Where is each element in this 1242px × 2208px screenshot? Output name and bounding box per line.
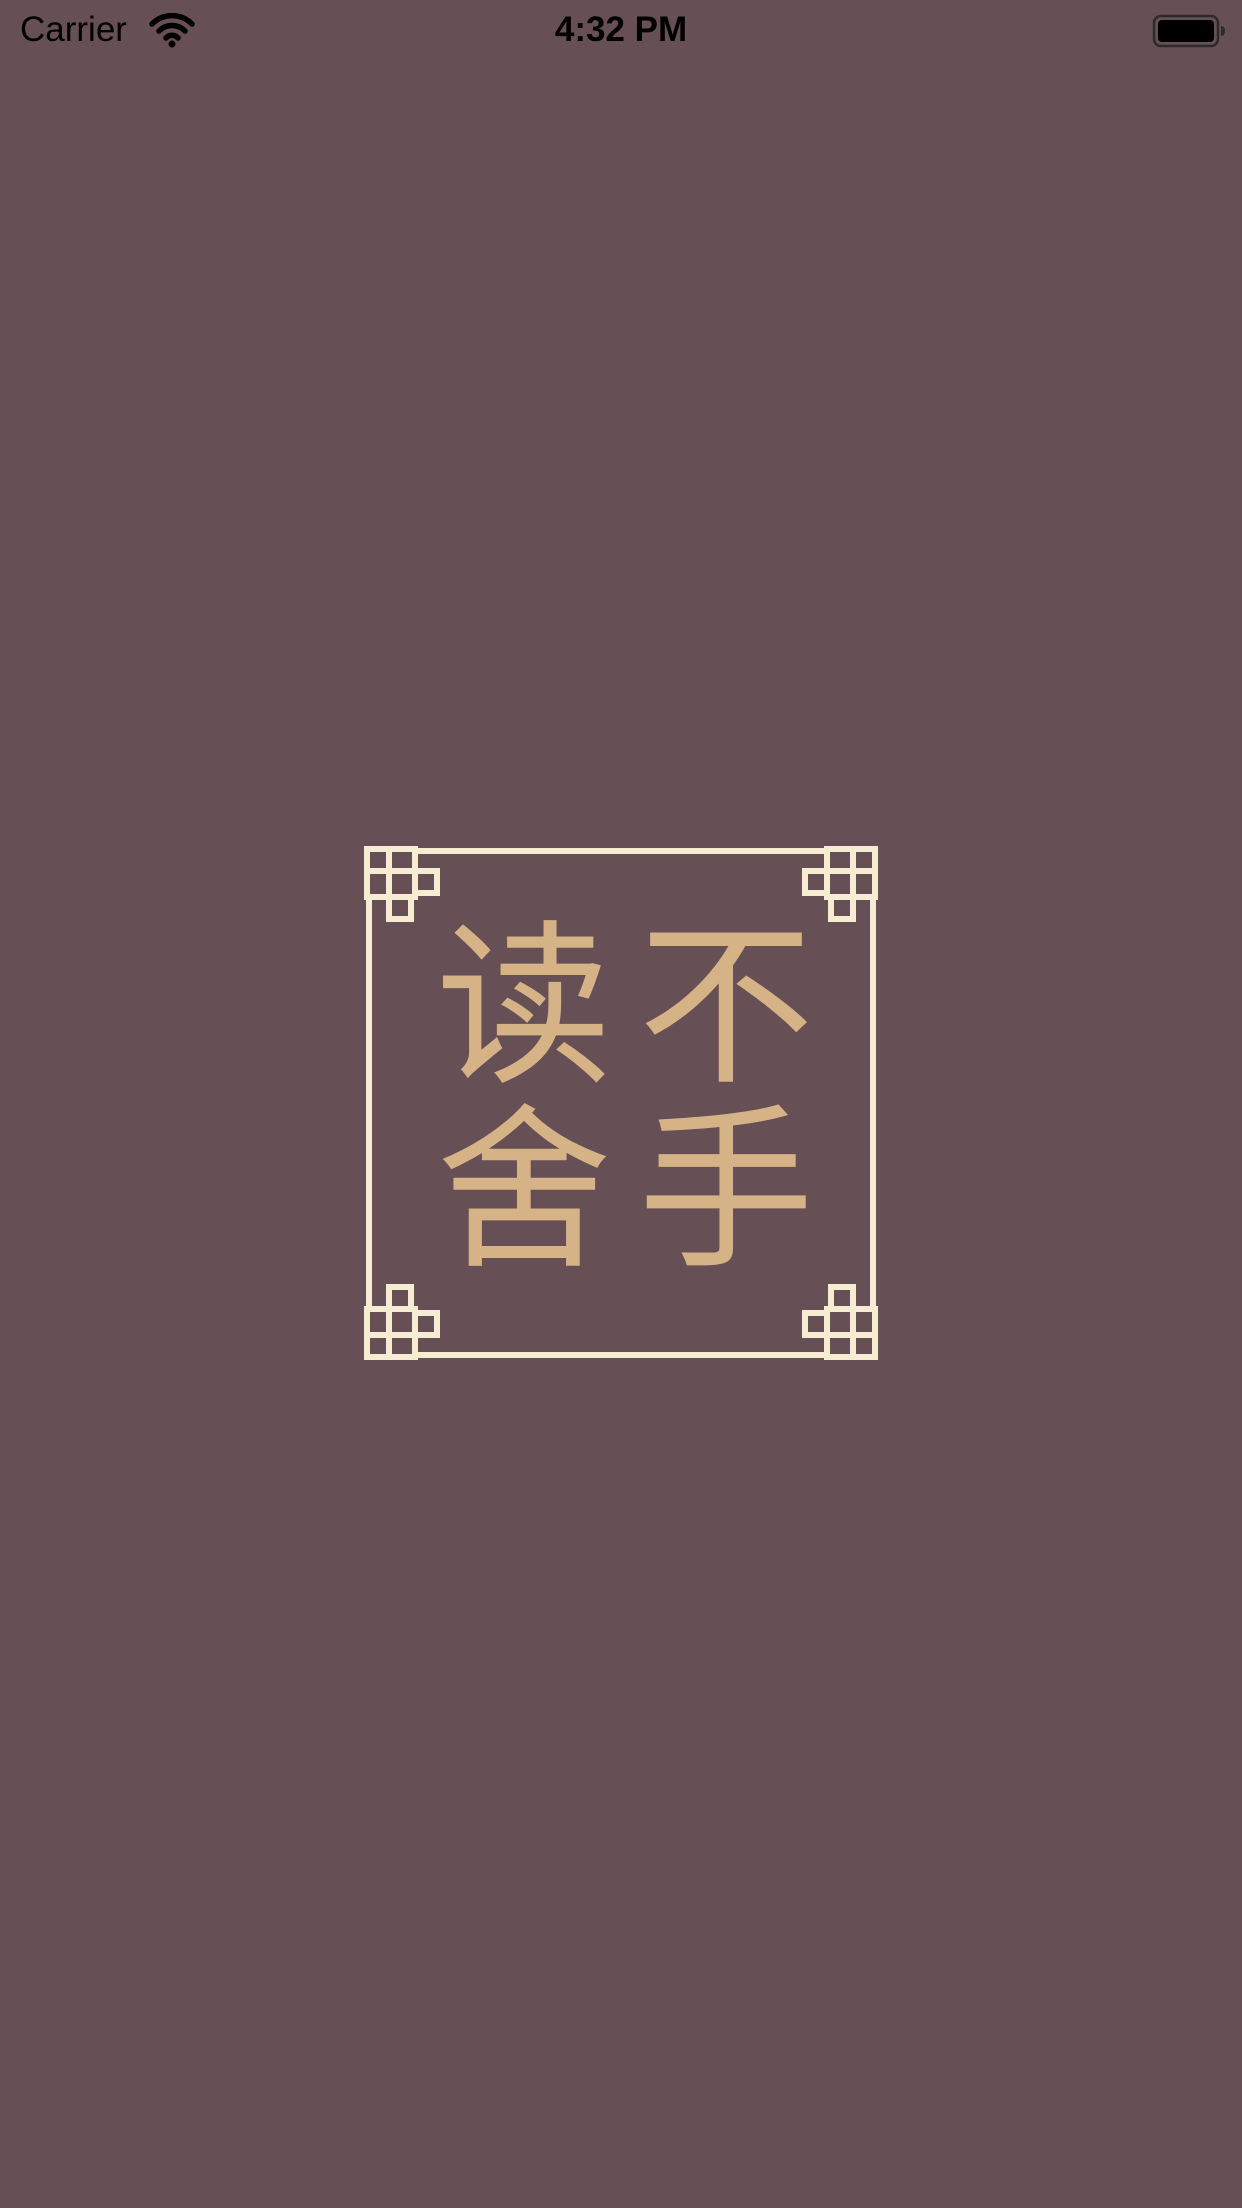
logo-char-bu: 不 xyxy=(637,905,814,1110)
app-logo: 读 不 舍 手 xyxy=(364,846,878,1360)
status-time: 4:32 PM xyxy=(554,10,688,49)
logo-char-she: 舍 xyxy=(435,1089,612,1294)
status-bar: Carrier 4:32 PM xyxy=(0,0,1242,60)
logo-char-shou: 手 xyxy=(637,1089,814,1294)
logo-char-du: 读 xyxy=(435,905,612,1110)
battery-icon xyxy=(1152,14,1226,48)
